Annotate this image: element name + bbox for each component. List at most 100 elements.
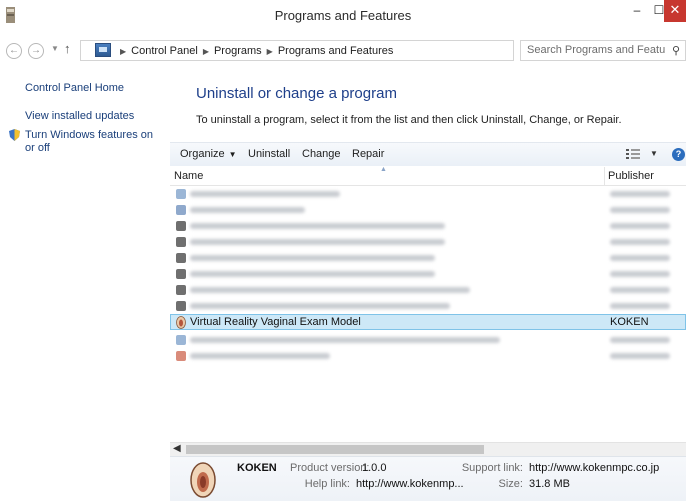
program-publisher-blurred — [610, 287, 670, 293]
program-icon — [176, 237, 186, 247]
search-input[interactable] — [527, 44, 665, 56]
scrollbar-thumb[interactable] — [186, 445, 484, 454]
left-nav-pane: Control Panel Home View installed update… — [0, 70, 170, 501]
back-button[interactable]: ← — [6, 43, 22, 59]
program-publisher-blurred — [610, 337, 670, 343]
program-name-blurred — [190, 303, 450, 309]
column-divider[interactable] — [604, 167, 605, 186]
list-item[interactable] — [170, 202, 686, 218]
program-publisher-blurred — [610, 271, 670, 277]
page-title: Uninstall or change a program — [196, 85, 397, 102]
organize-button[interactable]: Organize ▼ — [180, 148, 237, 160]
table-row-selected[interactable]: Virtual Reality Vaginal Exam Model KOKEN — [170, 314, 686, 330]
view-installed-updates-link[interactable]: View installed updates — [25, 110, 134, 122]
program-publisher-blurred — [610, 239, 670, 245]
program-list: Virtual Reality Vaginal Exam Model KOKEN — [170, 186, 686, 442]
list-item[interactable] — [170, 282, 686, 298]
list-item[interactable] — [170, 250, 686, 266]
program-publisher: KOKEN — [610, 316, 649, 328]
program-publisher-blurred — [610, 223, 670, 229]
breadcrumb-separator-icon: ▶ — [202, 47, 209, 56]
scroll-left-icon[interactable]: ◀ — [173, 443, 181, 454]
program-model-icon — [190, 462, 216, 498]
details-publisher: KOKEN — [237, 462, 277, 474]
details-pane: KOKEN Product version: 1.0.0 Help link: … — [170, 456, 686, 501]
command-bar: Organize ▼ Uninstall Change Repair ▼ ? — [170, 142, 686, 166]
support-link-value[interactable]: http://www.kokenmpc.co.jp — [529, 462, 659, 474]
program-publisher-blurred — [610, 353, 670, 359]
size-value: 31.8 MB — [529, 478, 570, 490]
program-icon — [176, 269, 186, 279]
title-bar: Programs and Features – ☐ ✕ — [0, 0, 686, 32]
control-panel-icon — [95, 43, 111, 57]
program-name-blurred — [190, 223, 445, 229]
search-icon[interactable]: ⚲ — [672, 44, 680, 57]
list-item[interactable] — [170, 348, 686, 364]
repair-button[interactable]: Repair — [352, 148, 384, 160]
breadcrumb-control-panel[interactable]: Control Panel — [131, 45, 198, 57]
list-item[interactable] — [170, 298, 686, 314]
list-item[interactable] — [170, 332, 686, 348]
program-icon — [176, 285, 186, 295]
list-item[interactable] — [170, 218, 686, 234]
program-publisher-blurred — [610, 255, 670, 261]
program-publisher-blurred — [610, 303, 670, 309]
breadcrumb-separator-icon: ▶ — [120, 47, 127, 56]
instructions-text: To uninstall a program, select it from t… — [196, 114, 622, 126]
organize-label: Organize — [180, 148, 225, 160]
program-icon — [176, 221, 186, 231]
window-title: Programs and Features — [274, 8, 412, 23]
product-version-value: 1.0.0 — [362, 462, 387, 474]
control-panel-home-link[interactable]: Control Panel Home — [25, 82, 124, 94]
address-box[interactable]: ▶ Control Panel ▶ Programs ▶ Programs and Fea… — [80, 40, 586, 61]
program-publisher-blurred — [610, 191, 670, 197]
program-name: Virtual Reality Vaginal Exam Model — [190, 316, 361, 328]
breadcrumb-programs-and-features[interactable]: Programs and Features — [278, 45, 394, 57]
turn-windows-features-link[interactable]: Turn Windows features on or off — [25, 129, 165, 155]
program-name-blurred — [190, 353, 330, 359]
program-name-blurred — [190, 191, 340, 197]
help-icon[interactable]: ? — [672, 148, 685, 161]
recent-locations-chevron-icon[interactable]: ▼ — [51, 44, 59, 53]
change-button[interactable]: Change — [302, 148, 341, 160]
chevron-down-icon: ▼ — [228, 150, 237, 159]
program-name-blurred — [190, 207, 305, 213]
view-options-icon[interactable] — [626, 148, 640, 160]
program-name-blurred — [190, 255, 435, 261]
list-header: ▲ Name Publisher — [170, 166, 686, 186]
uninstall-button[interactable]: Uninstall — [248, 148, 290, 160]
address-bar-row: ← → ▼ ↑ ▶ Control Panel ▶ Programs ▶ Programs… — [0, 38, 686, 64]
up-arrow-icon[interactable]: ↑ — [64, 41, 71, 56]
search-box[interactable]: ⚲ — [520, 40, 686, 61]
program-icon — [176, 189, 186, 199]
program-icon — [176, 351, 186, 361]
breadcrumb: ▶ Control Panel ▶ Programs ▶ Programs and Fea… — [115, 45, 393, 57]
program-model-icon — [176, 316, 186, 329]
product-version-label: Product version: — [290, 462, 370, 474]
column-header-name[interactable]: Name — [174, 170, 203, 182]
program-icon — [176, 335, 186, 345]
view-options-chevron-icon[interactable]: ▼ — [650, 149, 658, 158]
program-name-blurred — [190, 287, 470, 293]
program-icon — [176, 253, 186, 263]
column-header-publisher[interactable]: Publisher — [608, 170, 654, 182]
help-link-value[interactable]: http://www.kokenmp... — [356, 478, 464, 490]
program-icon — [176, 205, 186, 215]
program-publisher-blurred — [610, 207, 670, 213]
breadcrumb-separator-icon: ▶ — [266, 47, 273, 56]
program-name-blurred — [190, 239, 445, 245]
program-name-blurred — [190, 337, 500, 343]
horizontal-scrollbar[interactable]: ◀ — [170, 442, 686, 456]
support-link-label: Support link: — [461, 462, 523, 474]
forward-button[interactable]: → — [28, 43, 44, 59]
shield-icon — [9, 129, 20, 141]
close-button[interactable]: ✕ — [664, 0, 686, 22]
program-icon — [176, 301, 186, 311]
breadcrumb-programs[interactable]: Programs — [214, 45, 262, 57]
list-item[interactable] — [170, 266, 686, 282]
list-item[interactable] — [170, 186, 686, 202]
sort-ascending-icon: ▲ — [380, 166, 387, 173]
program-name-blurred — [190, 271, 435, 277]
list-item[interactable] — [170, 234, 686, 250]
help-link-label: Help link: — [304, 478, 350, 490]
